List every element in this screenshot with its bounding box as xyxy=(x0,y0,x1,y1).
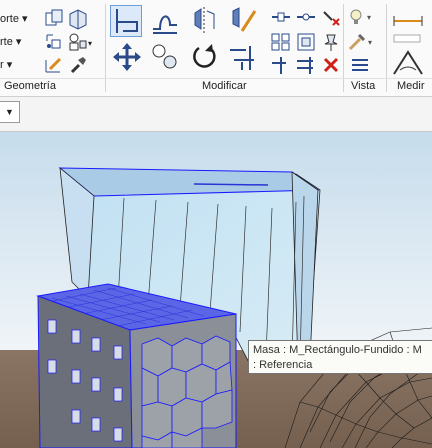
options-bar: ▼ xyxy=(0,97,432,132)
ribbon: orte ▾ rte ▾ r ▾ ▾ Geometría Modificar ▾… xyxy=(0,0,432,97)
viewport-scene xyxy=(0,132,432,448)
rotate-icon[interactable] xyxy=(190,42,220,72)
measure-panel-label: Medir xyxy=(397,80,425,92)
paintbrush-icon[interactable]: ▾ xyxy=(347,31,372,53)
wall-join-icon[interactable] xyxy=(67,8,89,30)
building-mass xyxy=(36,283,237,448)
offset-icon[interactable] xyxy=(150,5,180,35)
angular-dimension-icon[interactable] xyxy=(392,48,423,75)
trim-single-icon[interactable] xyxy=(270,54,292,76)
paint-icon[interactable] xyxy=(43,54,65,76)
geometry-panel-label: Geometría xyxy=(4,80,56,92)
thin-lines-icon[interactable] xyxy=(350,54,372,76)
trim-extend-icon[interactable] xyxy=(228,42,258,72)
join-dropdown-label[interactable]: rte ▾ xyxy=(0,35,21,48)
split-element-icon[interactable] xyxy=(270,6,292,28)
split-gap-icon[interactable] xyxy=(295,6,317,28)
third-dropdown-label[interactable]: r ▾ xyxy=(0,58,12,71)
split-face-icon[interactable] xyxy=(43,31,65,53)
mirror-draw-icon[interactable] xyxy=(228,5,258,35)
view-panel-label: Vista xyxy=(351,80,376,92)
trim-multiple-icon[interactable] xyxy=(295,54,317,76)
measure-distance-icon[interactable] xyxy=(392,10,423,32)
brush-icon[interactable] xyxy=(67,54,89,76)
delete-icon[interactable] xyxy=(320,54,342,76)
cut-dropdown-label[interactable]: orte ▾ xyxy=(0,12,28,25)
svg-text:▾: ▾ xyxy=(368,38,372,47)
array-icon[interactable] xyxy=(270,31,292,53)
mirror-axis-icon[interactable] xyxy=(190,5,220,35)
delete-pin-icon[interactable] xyxy=(320,6,342,28)
copy-icon[interactable] xyxy=(150,42,180,72)
align-icon[interactable] xyxy=(110,5,142,37)
svg-text:▾: ▾ xyxy=(367,13,371,22)
chevron-down-icon: ▼ xyxy=(5,107,14,117)
scale-icon[interactable] xyxy=(295,31,317,53)
move-icon[interactable] xyxy=(112,42,142,72)
3d-viewport[interactable]: Masa : M_Rectángulo-Fundido : M : Refere… xyxy=(0,132,432,448)
type-selector-dropdown[interactable]: ▼ xyxy=(0,101,20,123)
tooltip-line-2: : Referencia xyxy=(253,359,313,371)
element-tooltip: Masa : M_Rectángulo-Fundido : M : Refere… xyxy=(248,340,432,374)
lightbulb-icon[interactable]: ▾ xyxy=(347,6,371,28)
tooltip-line-1: Masa : M_Rectángulo-Fundido : M xyxy=(253,344,422,356)
modify-panel-label: Modificar xyxy=(202,80,247,92)
cut-geometry-icon[interactable] xyxy=(43,8,65,30)
panel-label-divider xyxy=(0,78,432,79)
pin-icon[interactable] xyxy=(320,31,342,53)
shapes-icon[interactable]: ▾ xyxy=(67,31,92,53)
svg-text:▾: ▾ xyxy=(88,39,92,48)
